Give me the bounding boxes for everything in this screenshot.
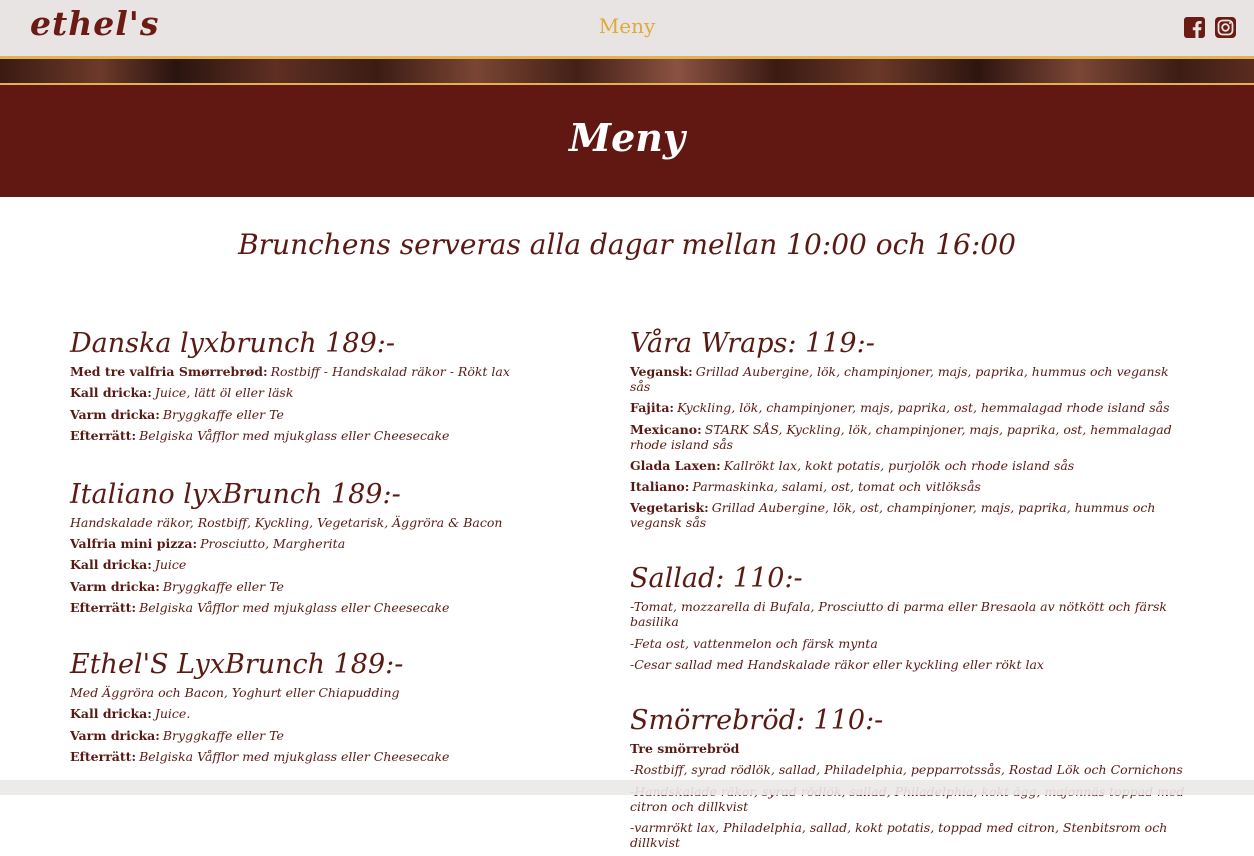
menu-section: Smörrebröd: 110:- Tre smörrebröd -Rostbiff… xyxy=(630,703,1190,850)
menu-item-line: Efterrätt: Belgiska Våfflor med mjukglass… xyxy=(70,600,590,615)
menu-item-text: Med Äggröra och Bacon, Yoghurt eller Chi… xyxy=(70,685,400,701)
menu-item-text: -Tomat, mozzarella di Bufala, Prosciutto… xyxy=(630,599,1167,630)
menu-item-label: Kall dricka: xyxy=(70,706,152,722)
menu-item-line: Med tre valfria Smørrebrød: Rostbiff - Ha… xyxy=(70,364,590,379)
menu-item-text: Belgiska Våfflor med mjukglass eller Che… xyxy=(139,748,450,764)
menu-item-text: Belgiska Våfflor med mjukglass eller Che… xyxy=(139,600,450,616)
page-title: Meny xyxy=(569,115,685,160)
menu-section: Ethel'S LyxBrunch 189:- Med Äggröra och B… xyxy=(70,647,590,764)
menu-item-label: Valfria mini pizza: xyxy=(70,536,198,552)
menu-item-text: Juice. xyxy=(154,706,191,722)
menu-item-line: Italiano: Parmaskinka, salami, ost, tomat… xyxy=(630,479,1190,494)
menu-item-text: Rostbiff - Handskalad räkor - Rökt lax xyxy=(270,364,510,379)
menu-item-text: Bryggkaffe eller Te xyxy=(162,727,284,743)
menu-section: Italiano lyxBrunch 189:- Handskalade räko… xyxy=(70,477,590,615)
hero-banner: Meny xyxy=(0,85,1254,197)
menu-item-label: Kall dricka: xyxy=(70,557,152,573)
menu-item-label: Glada Laxen: xyxy=(630,457,721,473)
menu-item-label: Varm dricka: xyxy=(70,727,160,743)
menu-item-label: Efterrätt: xyxy=(70,427,137,443)
menu-item-line: Med Äggröra och Bacon, Yoghurt eller Chi… xyxy=(70,685,590,700)
menu-item-text: Handskalade räkor, Rostbiff, Kyckling, V… xyxy=(70,514,503,530)
menu-section: Sallad: 110:- -Tomat, mozzarella di Bufal… xyxy=(630,561,1190,672)
menu-section: Våra Wraps: 119:- Vegansk: Grillad Aubergi… xyxy=(630,326,1190,530)
menu-section-title: Sallad: 110:- xyxy=(630,563,803,595)
menu-item-label: Fajita: xyxy=(630,400,675,416)
menu-item-text: Juice xyxy=(154,557,187,573)
menu-item-label: Mexicano: xyxy=(630,421,702,437)
menu-section-title: Ethel'S LyxBrunch 189:- xyxy=(70,649,404,681)
menu-item-text: STARK SÅS, Kyckling, lök, champinjoner, … xyxy=(630,421,1172,452)
menu-item-label: Varm dricka: xyxy=(70,578,160,594)
menu-item-text: Grillad Aubergine, lök, champinjoner, ma… xyxy=(630,364,1169,394)
menu-item-line: Mexicano: STARK SÅS, Kyckling, lök, champ… xyxy=(630,422,1190,452)
menu-item-text: -Rostbiff, syrad rödlök, sallad, Philade… xyxy=(630,762,1183,778)
header-background-image xyxy=(0,59,1254,85)
menu-item-line: Efterrätt: Belgiska Våfflor med mjukglass… xyxy=(70,749,590,764)
bottom-overlay xyxy=(0,780,1254,795)
menu-item-line: Varm dricka: Bryggkaffe eller Te xyxy=(70,579,590,594)
menu-item-line: Varm dricka: Bryggkaffe eller Te xyxy=(70,728,590,743)
menu-item-line: Vegansk: Grillad Aubergine, lök, champinj… xyxy=(630,364,1190,394)
menu-section-title: Danska lyxbrunch 189:- xyxy=(70,328,395,359)
menu-item-text: Juice, lätt öl eller läsk xyxy=(154,385,294,401)
menu-item-text: Kyckling, lök, champinjoner, majs, papri… xyxy=(677,400,1170,416)
menu-item-line: Vegetarisk: Grillad Aubergine, lök, ost, … xyxy=(630,500,1190,530)
menu-item-line: Valfria mini pizza: Prosciutto, Margherit… xyxy=(70,536,590,551)
menu-item-line: -Feta ost, vattenmelon och färsk mynta xyxy=(630,636,1190,651)
menu-item-line: Kall dricka: Juice xyxy=(70,557,590,572)
menu-section-title: Italiano lyxBrunch 189:- xyxy=(70,478,401,510)
menu-item-label: Italiano: xyxy=(630,479,690,495)
menu-item-text: Bryggkaffe eller Te xyxy=(162,406,284,422)
menu-item-line: Fajita: Kyckling, lök, champinjoner, majs… xyxy=(630,400,1190,415)
menu-item-line: Tre smörrebröd xyxy=(630,741,1190,756)
menu-section: Danska lyxbrunch 189:- Med tre valfria Sm… xyxy=(70,326,590,443)
menu-item-text: Parmaskinka, salami, ost, tomat och vitl… xyxy=(692,479,981,495)
menu-item-label: Kall dricka: xyxy=(70,385,152,401)
nav-menu-wrapper: Meny xyxy=(0,14,1254,38)
top-navbar: ethel's Meny xyxy=(0,0,1254,59)
menu-item-label: Tre smörrebröd xyxy=(630,741,740,757)
menu-item-label: Efterrätt: xyxy=(70,600,137,616)
menu-item-line: -Cesar sallad med Handskalade räkor elle… xyxy=(630,657,1190,672)
menu-item-text: -varmrökt lax, Philadelphia, sallad, kok… xyxy=(630,819,1168,850)
menu-item-line: Varm dricka: Bryggkaffe eller Te xyxy=(70,407,590,422)
menu-item-label: Vegetarisk: xyxy=(630,500,709,516)
menu-item-text: Kallrökt lax, kokt potatis, purjolök och… xyxy=(723,457,1075,473)
menu-item-text: -Feta ost, vattenmelon och färsk mynta xyxy=(630,635,878,651)
menu-item-label: Vegansk: xyxy=(630,364,693,379)
menu-item-line: Glada Laxen: Kallrökt lax, kokt potatis, … xyxy=(630,458,1190,473)
menu-item-label: Efterrätt: xyxy=(70,748,137,764)
menu-item-line: -varmrökt lax, Philadelphia, sallad, kok… xyxy=(630,820,1190,850)
menu-item-label: Varm dricka: xyxy=(70,406,160,422)
facebook-icon[interactable] xyxy=(1184,17,1205,38)
menu-column-right: Våra Wraps: 119:- Vegansk: Grillad Aubergi… xyxy=(630,326,1190,856)
menu-item-label: Med tre valfria Smørrebrød: xyxy=(70,364,268,379)
menu-item-text: Belgiska Våfflor med mjukglass eller Che… xyxy=(139,427,450,443)
menu-item-line: -Rostbiff, syrad rödlök, sallad, Philade… xyxy=(630,762,1190,777)
menu-item-line: Kall dricka: Juice, lätt öl eller läsk xyxy=(70,385,590,400)
instagram-icon[interactable] xyxy=(1215,17,1236,38)
nav-item-meny[interactable]: Meny xyxy=(599,14,656,38)
menu-section-title: Våra Wraps: 119:- xyxy=(630,328,875,359)
menu-item-line: Efterrätt: Belgiska Våfflor med mjukglass… xyxy=(70,428,590,443)
menu-item-text: Prosciutto, Margherita xyxy=(200,536,346,552)
menu-section-title: Smörrebröd: 110:- xyxy=(630,705,884,737)
social-links xyxy=(1184,17,1236,38)
brunch-hours-subtitle: Brunchens serveras alla dagar mellan 10:… xyxy=(238,228,1016,261)
menu-item-text: Bryggkaffe eller Te xyxy=(162,578,284,594)
menu-item-line: -Tomat, mozzarella di Bufala, Prosciutto… xyxy=(630,599,1190,629)
menu-column-left: Danska lyxbrunch 189:- Med tre valfria Sm… xyxy=(70,326,590,770)
menu-item-line: Kall dricka: Juice. xyxy=(70,706,590,721)
menu-item-text: -Cesar sallad med Handskalade räkor elle… xyxy=(630,657,1044,673)
menu-item-line: Handskalade räkor, Rostbiff, Kyckling, V… xyxy=(70,515,590,530)
